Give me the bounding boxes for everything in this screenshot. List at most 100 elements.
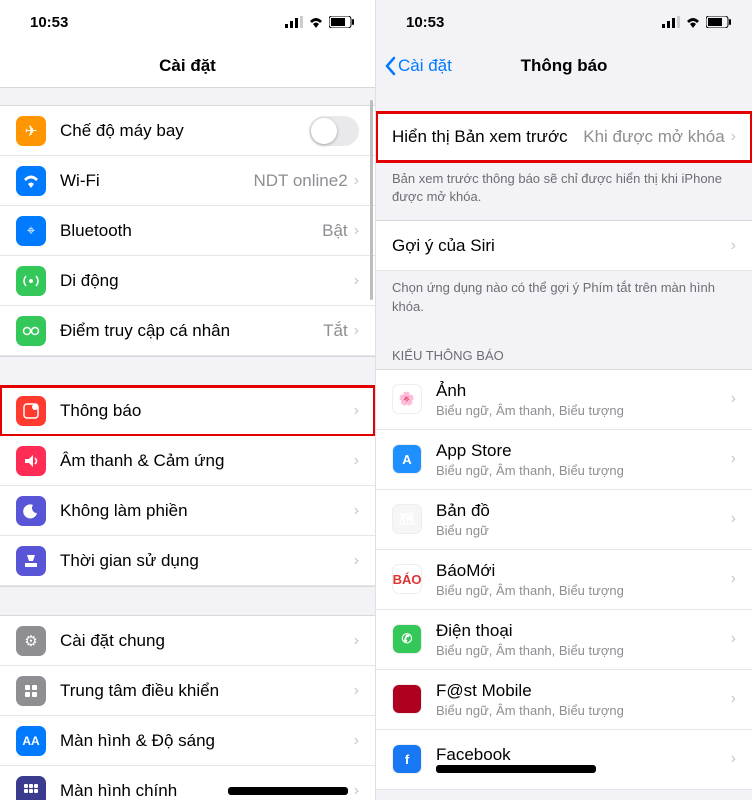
battery-icon (329, 16, 355, 28)
navbar-left: Cài đặt (0, 44, 375, 88)
chevron-icon: › (731, 750, 736, 768)
row-show-previews[interactable]: Hiển thị Bản xem trước Khi được mở khóa … (376, 112, 752, 162)
notifications-icon (16, 396, 46, 426)
facebook-icon: f (392, 744, 422, 774)
airplane-icon: ✈ (16, 116, 46, 146)
row-label: Chế độ máy bay (60, 121, 309, 141)
chevron-icon: › (731, 450, 736, 468)
status-time: 10:53 (30, 14, 68, 31)
gear-icon: ⚙ (16, 626, 46, 656)
row-bluetooth[interactable]: ⌖ Bluetooth Bật › (0, 206, 375, 256)
app-row-fast[interactable]: F@st Mobile Biểu ngữ, Âm thanh, Biểu tượn… (376, 670, 752, 730)
signal-icon (662, 16, 680, 28)
app-sub: Biểu ngữ, Âm thanh, Biểu tượng (436, 463, 731, 478)
status-time: 10:53 (406, 14, 444, 31)
row-sounds[interactable]: Âm thanh & Cảm ứng › (0, 436, 375, 486)
app-row-facebook[interactable]: f Facebook› (376, 730, 752, 790)
chevron-icon: › (731, 630, 736, 648)
app-row-maps[interactable]: 🗺Bản đồBiểu ngữ› (376, 490, 752, 550)
fast-icon (392, 684, 422, 714)
row-wifi[interactable]: Wi-Fi NDT online2 › (0, 156, 375, 206)
row-airplane[interactable]: ✈ Chế độ máy bay (0, 106, 375, 156)
row-dnd[interactable]: Không làm phiền › (0, 486, 375, 536)
row-label: Thời gian sử dụng (60, 551, 354, 571)
group-gap (376, 88, 752, 112)
preview-footer: Bản xem trước thông báo sẽ chỉ được hiển… (376, 162, 752, 221)
row-value: Tắt (323, 321, 348, 341)
app-sub: Biểu ngữ, Âm thanh, Biểu tượng (436, 403, 731, 418)
app-name: Ảnh (436, 381, 731, 401)
group-gap (0, 88, 375, 106)
app-row-appstore[interactable]: A App Store Biểu ngữ, Âm thanh, Biểu tượng… (376, 430, 752, 490)
chevron-icon: › (731, 570, 736, 588)
app-name: App Store (436, 441, 731, 461)
row-cellular[interactable]: Di động › (0, 256, 375, 306)
navbar-right: Cài đặt Thông báo (376, 44, 752, 88)
row-label: Hiển thị Bản xem trước (392, 127, 583, 147)
chevron-icon: › (354, 552, 359, 570)
status-icons (662, 16, 732, 28)
row-label: Âm thanh & Cảm ứng (60, 451, 354, 471)
row-label: Thông báo (60, 401, 354, 421)
chevron-icon: › (354, 452, 359, 470)
scrollbar[interactable] (370, 100, 373, 300)
row-label: Không làm phiền (60, 501, 354, 521)
chevron-icon: › (731, 690, 736, 708)
maps-icon: 🗺 (392, 504, 422, 534)
status-icons (285, 16, 355, 28)
app-text: Điện thoạiBiểu ngữ, Âm thanh, Biểu tượng (436, 621, 731, 658)
airplane-toggle[interactable] (309, 116, 359, 146)
app-text: F@st Mobile Biểu ngữ, Âm thanh, Biểu tượn… (436, 681, 731, 718)
row-screentime[interactable]: Thời gian sử dụng › (0, 536, 375, 586)
app-row-phone[interactable]: ✆Điện thoạiBiểu ngữ, Âm thanh, Biểu tượn… (376, 610, 752, 670)
row-label: Màn hình chính (60, 781, 228, 800)
photos-icon: 🌸 (392, 384, 422, 414)
row-label: Cài đặt chung (60, 631, 354, 651)
settings-screen: 10:53 Cài đặt ✈ Chế độ máy bay Wi-Fi NDT… (0, 0, 376, 800)
app-name: F@st Mobile (436, 681, 731, 701)
row-controlcenter[interactable]: Trung tâm điều khiển › (0, 666, 375, 716)
app-sub: Biểu ngữ, Âm thanh, Biểu tượng (436, 703, 731, 718)
app-text: BáoMớiBiểu ngữ, Âm thanh, Biểu tượng (436, 561, 731, 598)
app-sub: Biểu ngữ, Âm thanh, Biểu tượng (436, 583, 731, 598)
row-general[interactable]: ⚙ Cài đặt chung › (0, 616, 375, 666)
baomoi-icon: BÁO (392, 564, 422, 594)
app-sub: Biểu ngữ (436, 523, 731, 538)
signal-icon (285, 16, 303, 28)
homescreen-icon (16, 776, 46, 800)
controlcenter-icon (16, 676, 46, 706)
app-name: Facebook (436, 745, 731, 765)
app-text: Bản đồBiểu ngữ (436, 501, 731, 538)
app-name: Điện thoại (436, 621, 731, 641)
bluetooth-icon: ⌖ (16, 216, 46, 246)
row-label: Màn hình & Độ sáng (60, 731, 354, 751)
row-value: Khi được mở khóa (583, 127, 724, 147)
dnd-icon (16, 496, 46, 526)
apps-list: 🌸ẢnhBiểu ngữ, Âm thanh, Biểu tượng›AApp … (376, 370, 752, 790)
chevron-icon: › (354, 272, 359, 290)
row-label: Trung tâm điều khiển (60, 681, 354, 701)
chevron-icon: › (354, 682, 359, 700)
app-row-baomoi[interactable]: BÁO BáoMớiBiểu ngữ, Âm thanh, Biểu tượng› (376, 550, 752, 610)
chevron-icon: › (731, 237, 736, 255)
notifications-screen: 10:53 Cài đặt Thông báo Hiển thị Bản xem… (376, 0, 752, 800)
back-label: Cài đặt (398, 56, 452, 76)
app-text: Ảnh Biểu ngữ, Âm thanh, Biểu tượng (436, 381, 731, 418)
appstore-icon: A (392, 444, 422, 474)
row-home[interactable]: Màn hình chính › (0, 766, 375, 800)
chevron-icon: › (354, 782, 359, 800)
chevron-icon: › (354, 502, 359, 520)
chevron-icon: › (354, 402, 359, 420)
row-label: Di động (60, 271, 354, 291)
sounds-icon (16, 446, 46, 476)
back-button[interactable]: Cài đặt (384, 44, 452, 88)
row-display[interactable]: AA Màn hình & Độ sáng › (0, 716, 375, 766)
row-hotspot[interactable]: Điểm truy cập cá nhân Tắt › (0, 306, 375, 356)
row-notifications[interactable]: Thông báo › (0, 386, 375, 436)
page-title-left: Cài đặt (159, 56, 216, 76)
chevron-icon: › (354, 172, 359, 190)
app-row-photos[interactable]: 🌸ẢnhBiểu ngữ, Âm thanh, Biểu tượng› (376, 370, 752, 430)
icon-text: AA (22, 734, 39, 748)
row-siri-suggestions[interactable]: Gợi ý của Siri › (376, 221, 752, 271)
hotspot-icon (16, 316, 46, 346)
